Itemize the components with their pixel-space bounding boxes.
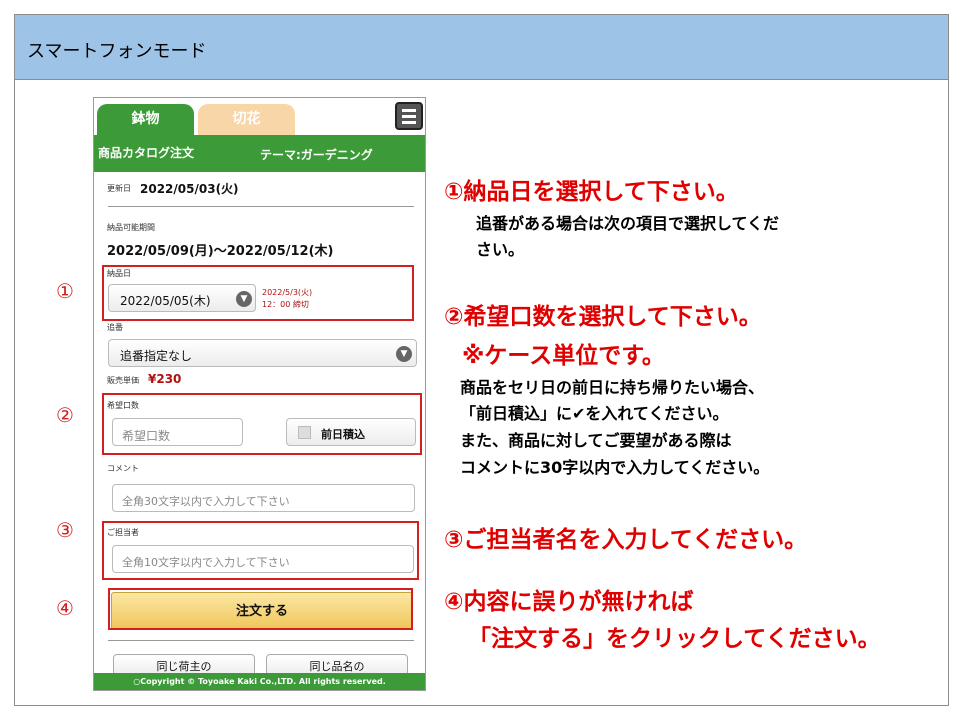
tab-bar: 鉢物 切花 [94, 98, 425, 135]
slide-header: スマートフォンモード [15, 15, 948, 80]
step1-title: ①納品日を選択して下さい。 [444, 179, 739, 205]
divider [108, 640, 414, 641]
step-marker-3: ③ [56, 518, 74, 542]
highlight-box-quantity [102, 393, 422, 455]
slide-title: スマートフォンモード [27, 41, 207, 62]
sub-number-value: 追番指定なし [120, 349, 193, 363]
step1-line2: さい。 [476, 240, 525, 259]
step2-line3: また、商品に対してご要望がある際は [460, 431, 732, 450]
highlight-box-order [108, 588, 413, 630]
comment-input[interactable]: 全角30文字以内で入力して下さい [112, 484, 415, 512]
step-marker-4: ④ [56, 596, 74, 620]
chevron-down-icon: ▼ [396, 346, 412, 362]
catalog-title: 商品カタログ注文 [98, 146, 195, 160]
price-value: ¥230 [148, 372, 182, 386]
step2-line2: 「前日積込」に✔を入れてください。 [460, 404, 729, 423]
updated-label: 更新日 [107, 184, 131, 193]
highlight-box-person [102, 521, 419, 580]
period-label: 納品可能期間 [107, 223, 155, 232]
comment-label: コメント [107, 464, 139, 473]
step2-line1: 商品をセリ日の前日に持ち帰りたい場合、 [460, 378, 765, 397]
step2-line4: コメントに30字以内で入力してください。 [460, 458, 770, 477]
step-marker-1: ① [56, 279, 74, 303]
tab-pot-plants[interactable]: 鉢物 [97, 104, 194, 135]
step2-sub: ※ケース単位です。 [462, 343, 665, 369]
step-marker-2: ② [56, 403, 74, 427]
sub-number-select[interactable]: 追番指定なし ▼ [108, 339, 417, 367]
theme-label: テーマ:ガーデニング [260, 148, 373, 162]
step1-line1: 追番がある場合は次の項目で選択してくだ [476, 214, 780, 233]
divider [108, 206, 414, 207]
step2-title: ②希望口数を選択して下さい。 [444, 304, 762, 330]
comment-placeholder: 全角30文字以内で入力して下さい [122, 495, 290, 508]
period-value: 2022/05/09(月)～2022/05/12(木) [107, 244, 334, 259]
step3-title: ③ご担当者名を入力してください。 [444, 527, 808, 553]
catalog-header: 商品カタログ注文 テーマ:ガーデニング [94, 135, 425, 172]
highlight-box-delivery [102, 265, 414, 321]
price-label: 販売単価 [107, 376, 139, 385]
step4-title: ④内容に誤りが無ければ [444, 589, 694, 615]
hamburger-menu-icon[interactable] [395, 102, 423, 130]
tab-cut-flowers[interactable]: 切花 [198, 104, 295, 135]
copyright-footer: ○Copyright © Toyoake Kaki Co.,LTD. All r… [94, 673, 425, 690]
updated-value: 2022/05/03(火) [140, 182, 239, 196]
sub-number-label: 追番 [107, 323, 123, 332]
step4-line2: 「注文する」をクリックしてください。 [468, 626, 881, 652]
